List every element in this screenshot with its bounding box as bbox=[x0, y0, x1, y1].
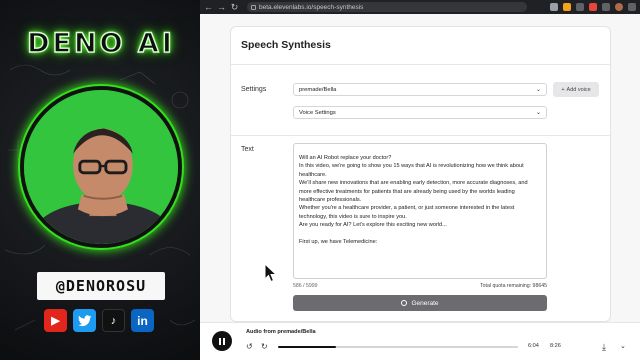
divider bbox=[231, 135, 610, 136]
twitter-icon bbox=[73, 309, 96, 332]
channel-logo: DENO AI bbox=[26, 27, 175, 59]
url-text: beta.elevenlabs.io/speech-synthesis bbox=[259, 3, 364, 11]
audio-progress-bar[interactable] bbox=[278, 346, 518, 348]
webcam-feed bbox=[20, 86, 182, 248]
add-voice-label: Add voice bbox=[566, 86, 591, 93]
voice-select[interactable]: premade/Bella ⌄ bbox=[293, 83, 547, 96]
forward-skip-icon[interactable]: ↻ bbox=[261, 342, 268, 351]
text-line: First up, we have Telemedicine: bbox=[299, 238, 378, 245]
text-line: In this video, we're going to show you 1… bbox=[299, 163, 524, 178]
social-icons: ▶ ♪ in bbox=[44, 309, 154, 332]
browser-window: ← → ↻ beta.elevenlabs.io/speech-synthesi… bbox=[200, 0, 640, 360]
profile-avatar[interactable] bbox=[615, 3, 623, 11]
forward-icon[interactable]: → bbox=[217, 0, 226, 14]
chevron-down-icon[interactable]: ⌄ bbox=[620, 342, 626, 350]
audio-title: Audio from premade/Bella bbox=[246, 329, 316, 335]
extension-icon[interactable] bbox=[589, 3, 597, 11]
linkedin-icon: in bbox=[131, 309, 154, 332]
voice-settings-label: Voice Settings bbox=[299, 109, 336, 116]
mouse-cursor-icon bbox=[264, 263, 278, 283]
presenter-image bbox=[24, 90, 178, 244]
download-icon[interactable]: ⤓ bbox=[602, 342, 606, 353]
back-icon[interactable]: ← bbox=[204, 0, 213, 14]
chevron-down-icon: ⌄ bbox=[535, 87, 541, 93]
divider bbox=[231, 64, 610, 65]
extension-icon[interactable] bbox=[563, 3, 571, 11]
voice-select-value: premade/Bella bbox=[299, 86, 337, 93]
character-count: 586 / 5999 bbox=[293, 283, 318, 289]
add-voice-button[interactable]: + Add voice bbox=[553, 82, 599, 97]
text-line: We'll share new innovations that are ena… bbox=[299, 180, 528, 204]
plus-icon: + bbox=[561, 86, 565, 93]
address-bar[interactable]: beta.elevenlabs.io/speech-synthesis bbox=[247, 2, 527, 12]
generate-button[interactable]: Generate bbox=[293, 295, 547, 311]
voice-settings-dropdown[interactable]: Voice Settings ⌄ bbox=[293, 106, 547, 119]
lock-icon bbox=[251, 4, 256, 10]
rewind-icon[interactable]: ↺ bbox=[246, 342, 253, 351]
chevron-down-icon: ⌄ bbox=[535, 110, 541, 116]
page-title: Speech Synthesis bbox=[241, 39, 331, 51]
tiktok-icon: ♪ bbox=[102, 309, 125, 332]
social-handle: @DENOROSU bbox=[37, 272, 165, 300]
settings-label: Settings bbox=[241, 86, 267, 93]
pause-button[interactable] bbox=[212, 331, 232, 351]
quota-remaining: Total quota remaining: 98645 bbox=[480, 283, 547, 289]
loading-spinner-icon bbox=[401, 300, 408, 306]
text-label: Text bbox=[241, 146, 254, 153]
screen: DENO AI @DENOROSU ▶ ♪ in ← → ↻ beta.elev… bbox=[0, 0, 640, 360]
audio-player: Audio from premade/Bella ↺ ↻ 6:04 8:26 ⤓… bbox=[200, 322, 640, 360]
puzzle-icon[interactable] bbox=[602, 3, 610, 11]
text-line: Will an AI Robot replace your doctor? bbox=[299, 155, 392, 161]
text-blank-line bbox=[299, 230, 541, 238]
youtube-icon: ▶ bbox=[44, 309, 67, 332]
generate-label: Generate bbox=[411, 299, 439, 307]
bookmark-icon[interactable] bbox=[550, 3, 558, 11]
extension-icons bbox=[550, 3, 636, 11]
speech-synthesis-card: Speech Synthesis Settings premade/Bella … bbox=[230, 26, 611, 322]
text-input-area[interactable]: Will an AI Robot replace your doctor? In … bbox=[293, 143, 547, 279]
reload-icon[interactable]: ↻ bbox=[230, 0, 239, 14]
streamer-overlay: DENO AI @DENOROSU ▶ ♪ in bbox=[0, 0, 200, 360]
total-time: 8:26 bbox=[550, 343, 561, 349]
current-time: 6:04 bbox=[528, 343, 539, 349]
browser-toolbar: ← → ↻ beta.elevenlabs.io/speech-synthesi… bbox=[200, 0, 640, 14]
text-line: Are you ready for AI? Let's explore this… bbox=[299, 222, 447, 229]
page-content: Speech Synthesis Settings premade/Bella … bbox=[200, 14, 640, 360]
audio-progress-fill bbox=[278, 346, 336, 348]
extension-icon[interactable] bbox=[576, 3, 584, 11]
text-line: Whether you're a healthcare provider, a … bbox=[299, 205, 515, 220]
menu-icon[interactable] bbox=[628, 3, 636, 11]
